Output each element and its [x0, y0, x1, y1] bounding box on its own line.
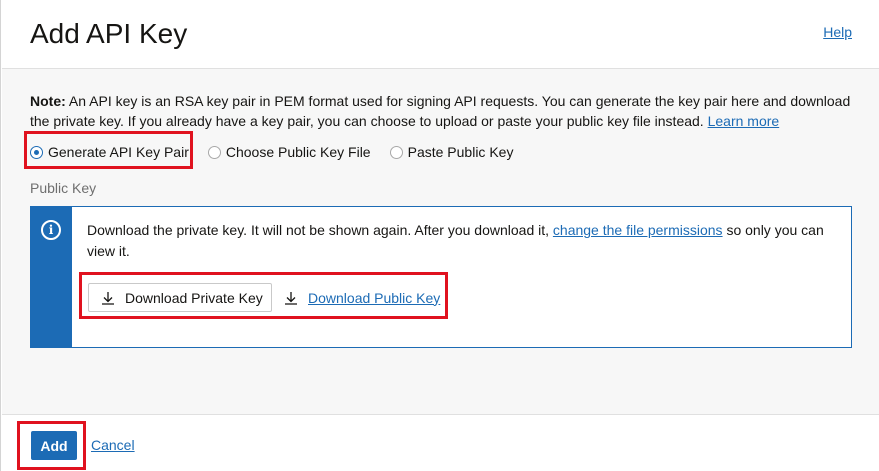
- info-sidebar: i: [31, 207, 72, 347]
- cancel-link[interactable]: Cancel: [91, 437, 135, 453]
- radio-label-choose-file: Choose Public Key File: [225, 144, 371, 160]
- info-icon: i: [41, 220, 61, 240]
- help-link[interactable]: Help: [823, 24, 852, 40]
- change-file-permissions-link[interactable]: change the file permissions: [553, 222, 723, 238]
- info-text-before: Download the private key. It will not be…: [87, 222, 553, 238]
- api-key-note: Note: An API key is an RSA key pair in P…: [30, 91, 860, 131]
- page-title: Add API Key: [30, 18, 188, 49]
- radio-paste-public-key[interactable]: Paste Public Key: [389, 144, 514, 160]
- add-api-key-panel: Add API Key Help Note: An API key is an …: [0, 0, 879, 471]
- radio-label-paste: Paste Public Key: [407, 144, 514, 160]
- highlight-box-add: [17, 421, 86, 470]
- radio-choose-public-key-file[interactable]: Choose Public Key File: [207, 144, 371, 160]
- radio-unselected-icon[interactable]: [389, 145, 403, 159]
- highlight-box-generate: [24, 131, 193, 169]
- public-key-label: Public Key: [30, 180, 97, 196]
- info-message-text: Download the private key. It will not be…: [87, 220, 837, 262]
- learn-more-link[interactable]: Learn more: [708, 113, 780, 129]
- panel-header: Add API Key Help: [2, 0, 879, 69]
- highlight-box-downloads: [79, 272, 448, 319]
- note-prefix: Note:: [30, 93, 66, 109]
- radio-unselected-icon[interactable]: [207, 145, 221, 159]
